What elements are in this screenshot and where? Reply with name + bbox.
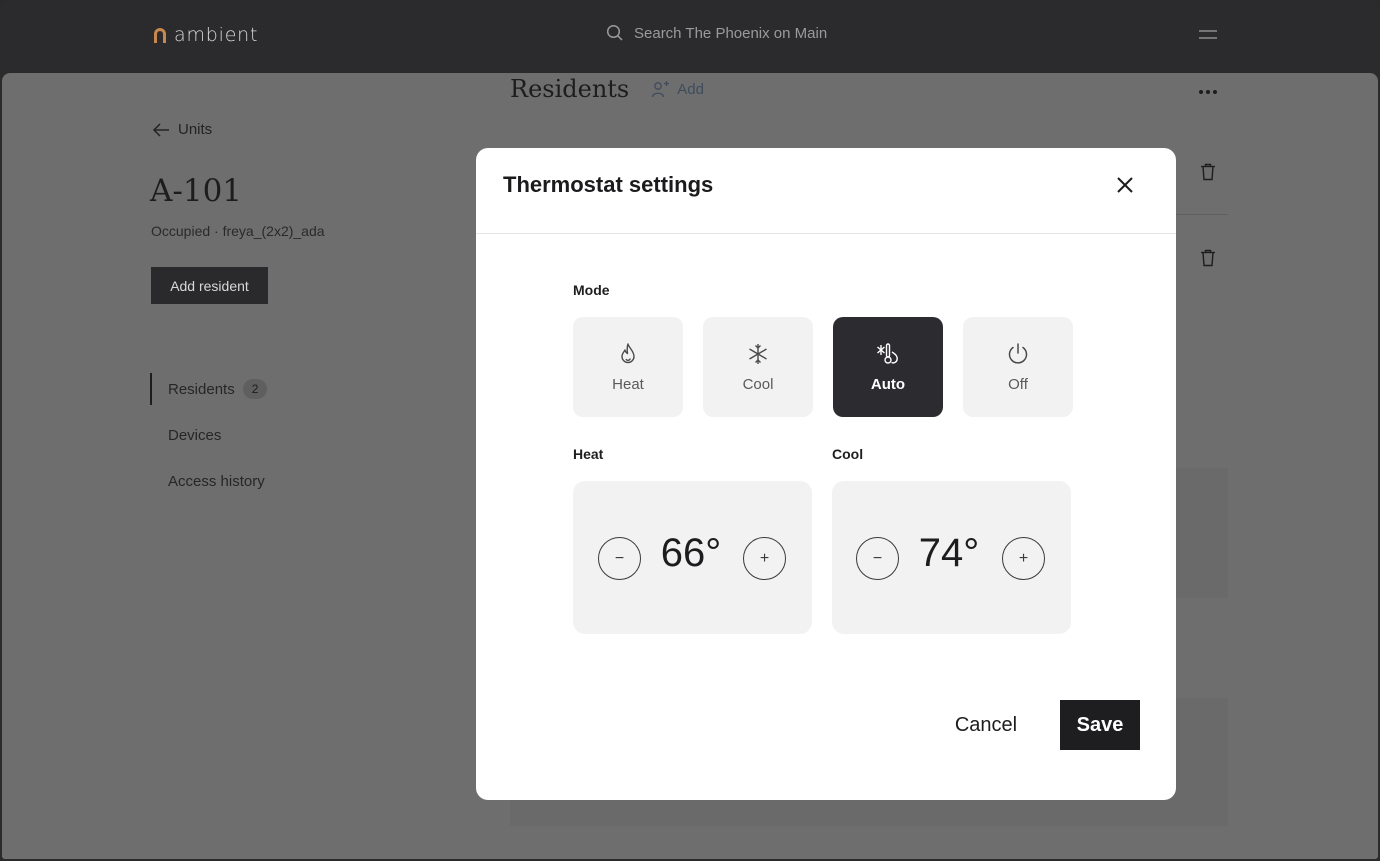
close-icon[interactable] [1114, 174, 1136, 196]
residents-count-badge: 2 [242, 379, 268, 399]
search-input[interactable]: Search The Phoenix on Main [634, 25, 827, 42]
mode-heat-button[interactable]: Heat [573, 317, 683, 417]
sidebar-item-label: Access history [168, 472, 265, 490]
heat-setpoint-value: 66° [660, 531, 722, 575]
unit-subtitle: Occupied · freya_(2x2)_ada [151, 223, 325, 239]
dialog-title: Thermostat settings [503, 172, 714, 197]
mode-label-heat: Heat [612, 375, 644, 393]
arrow-left-icon [152, 122, 169, 137]
sidebar-item-label: Residents [168, 380, 235, 398]
sidebar-item-label: Devices [168, 426, 222, 444]
heat-decrease-button[interactable]: − [598, 537, 641, 580]
cool-increase-button[interactable]: + [1002, 537, 1045, 580]
sidebar-item-residents[interactable]: Residents 2 [150, 373, 390, 405]
sidebar-nav: Residents 2 Devices Access history [150, 373, 390, 511]
app-window: ambient Search The Phoenix on Main Units… [0, 0, 1380, 861]
heat-label: Heat [573, 446, 604, 462]
cool-decrease-button[interactable]: − [856, 537, 899, 580]
power-icon [1008, 342, 1028, 364]
hamburger-menu-icon[interactable] [1198, 27, 1218, 43]
mode-label-cool: Cool [742, 375, 774, 393]
logo-text: ambient [174, 24, 259, 46]
heat-increase-button[interactable]: + [743, 537, 786, 580]
dialog-header: Thermostat settings [476, 148, 1176, 234]
residents-header: Residents Add [510, 75, 704, 103]
mode-auto-button[interactable]: Auto [833, 317, 943, 417]
logo[interactable]: ambient [152, 24, 258, 46]
sidebar-item-access-history[interactable]: Access history [150, 465, 390, 497]
snowflake-icon [749, 343, 767, 364]
cool-label: Cool [832, 446, 864, 462]
mode-selector: Heat Cool Auto Off [573, 317, 1073, 417]
row-divider [1176, 214, 1228, 215]
thermostat-settings-dialog: Thermostat settings Mode Heat Cool Auto … [476, 148, 1176, 800]
background-panel [1176, 468, 1228, 598]
search-icon [606, 24, 623, 41]
cancel-button[interactable]: Cancel [942, 700, 1030, 750]
logo-icon [154, 28, 166, 43]
auto-thermo-icon [877, 342, 898, 364]
cool-setpoint-value: 74° [918, 531, 980, 575]
back-to-units-link[interactable]: Units [152, 121, 212, 138]
save-button[interactable]: Save [1060, 700, 1140, 750]
add-person-icon [652, 81, 670, 98]
mode-cool-button[interactable]: Cool [703, 317, 813, 417]
more-options-icon[interactable] [1198, 89, 1218, 95]
unit-title: A-101 [150, 173, 243, 209]
flame-icon [621, 342, 635, 363]
top-bar: ambient Search The Phoenix on Main [0, 0, 1380, 72]
trash-icon[interactable] [1200, 249, 1216, 267]
trash-icon[interactable] [1200, 163, 1216, 181]
add-link-label: Add [677, 80, 704, 98]
heat-setpoint-card: − 66° + [573, 481, 812, 634]
add-resident-link[interactable]: Add [651, 79, 704, 99]
search-bar[interactable]: Search The Phoenix on Main [606, 24, 827, 42]
mode-label: Mode [573, 282, 610, 298]
cool-setpoint-card: − 74° + [832, 481, 1071, 634]
mode-label-auto: Auto [870, 375, 906, 393]
residents-title: Residents [510, 75, 630, 103]
sidebar-item-devices[interactable]: Devices [150, 419, 390, 451]
back-link-label: Units [178, 121, 213, 138]
mode-label-off: Off [1008, 375, 1028, 393]
add-resident-button[interactable]: Add resident [151, 267, 268, 304]
mode-off-button[interactable]: Off [963, 317, 1073, 417]
